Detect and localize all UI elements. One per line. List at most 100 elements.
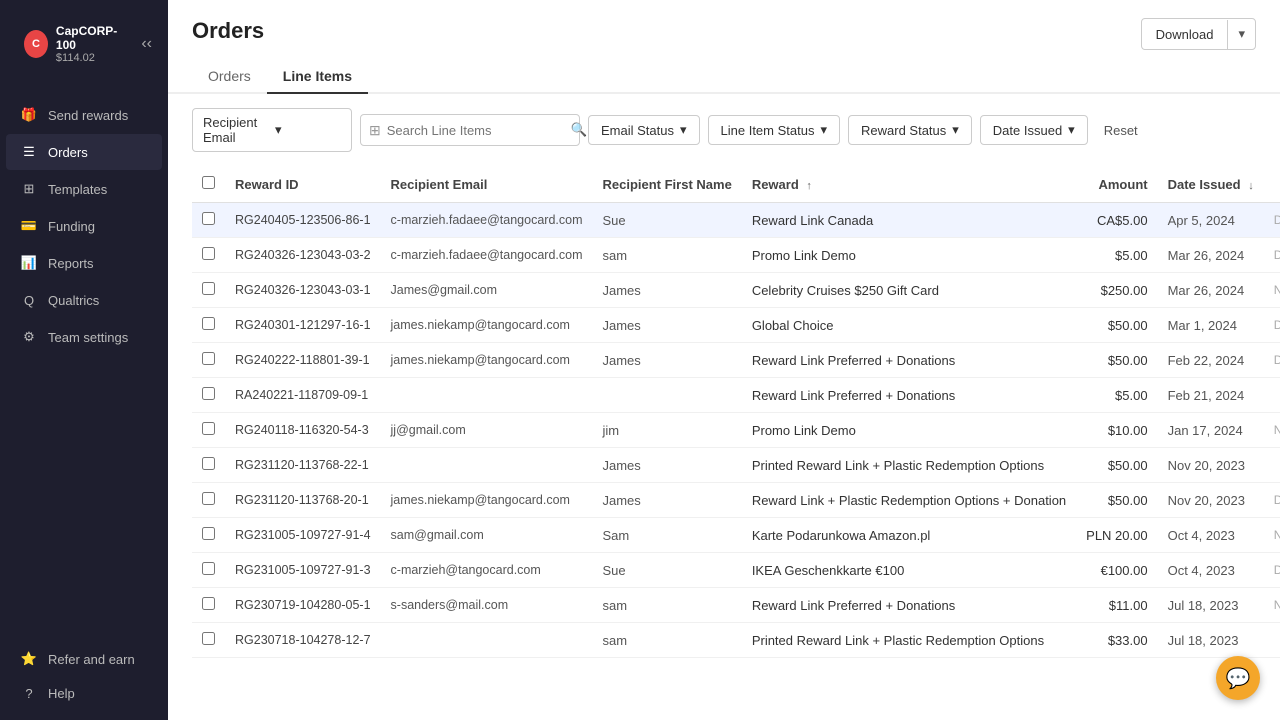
search-button[interactable]: 🔍	[569, 120, 590, 140]
row-checkbox-cell[interactable]	[192, 448, 225, 483]
collapse-button[interactable]: ‹‹	[137, 31, 156, 57]
select-all-header[interactable]	[192, 166, 225, 203]
row-checkbox[interactable]	[202, 457, 215, 470]
row-checkbox-cell[interactable]	[192, 343, 225, 378]
date-cell: Nov 20, 2023	[1158, 483, 1264, 518]
recipient-email-cell: s-sanders@mail.com	[381, 588, 593, 623]
row-checkbox-cell[interactable]	[192, 413, 225, 448]
account-info: CapCORP-100 $114.02	[56, 24, 125, 64]
sidebar-account[interactable]: C CapCORP-100 $114.02	[12, 14, 137, 74]
first-name-cell: sam	[592, 588, 741, 623]
sidebar-item-funding[interactable]: 💳 Funding	[6, 208, 162, 244]
page-title: Orders	[192, 18, 264, 44]
row-checkbox[interactable]	[202, 422, 215, 435]
th-reward[interactable]: Reward ↑	[742, 166, 1076, 203]
reward-cell: Promo Link Demo	[742, 238, 1076, 273]
sidebar-item-qualtrics[interactable]: Q Qualtrics	[6, 282, 162, 318]
status-cell: Not	[1264, 413, 1280, 448]
first-name-cell	[592, 378, 741, 413]
date-cell: Mar 1, 2024	[1158, 308, 1264, 343]
first-name-cell: James	[592, 448, 741, 483]
row-checkbox-cell[interactable]	[192, 588, 225, 623]
sidebar-item-templates[interactable]: ⊞ Templates	[6, 171, 162, 207]
tab-orders[interactable]: Orders	[192, 60, 267, 94]
table-row: RG231120-113768-22-1 James Printed Rewar…	[192, 448, 1280, 483]
chat-button[interactable]: 💬	[1216, 656, 1260, 700]
sidebar-item-help[interactable]: ? Help	[6, 676, 162, 710]
th-recipient-first-name: Recipient First Name	[592, 166, 741, 203]
row-checkbox-cell[interactable]	[192, 483, 225, 518]
reward-id-cell: RG240405-123506-86-1	[225, 203, 381, 238]
sidebar-item-refer-earn[interactable]: ⭐ Refer and earn	[6, 642, 162, 676]
reward-id-cell: RG240301-121297-16-1	[225, 308, 381, 343]
date-cell: Feb 22, 2024	[1158, 343, 1264, 378]
row-checkbox-cell[interactable]	[192, 518, 225, 553]
search-input[interactable]	[387, 123, 563, 138]
first-name-cell: James	[592, 483, 741, 518]
amount-cell: $250.00	[1076, 273, 1157, 308]
sidebar-item-label: Refer and earn	[48, 652, 135, 667]
recipient-email-cell	[381, 378, 593, 413]
row-checkbox-cell[interactable]	[192, 553, 225, 588]
sidebar-item-label: Templates	[48, 182, 107, 197]
reward-status-filter[interactable]: Reward Status ▾	[848, 115, 972, 145]
status-cell: Del	[1264, 308, 1280, 343]
table-row: RG231005-109727-91-4 sam@gmail.com Sam K…	[192, 518, 1280, 553]
row-checkbox-cell[interactable]	[192, 203, 225, 238]
search-box[interactable]: ⊞ 🔍	[360, 114, 580, 146]
sidebar-header: C CapCORP-100 $114.02 ‹‹	[0, 0, 168, 88]
amount-cell: $50.00	[1076, 448, 1157, 483]
row-checkbox-cell[interactable]	[192, 238, 225, 273]
row-checkbox-cell[interactable]	[192, 378, 225, 413]
sidebar-item-label: Reports	[48, 256, 94, 271]
recipient-select[interactable]: Recipient Email ▾	[192, 108, 352, 152]
row-checkbox[interactable]	[202, 492, 215, 505]
row-checkbox[interactable]	[202, 597, 215, 610]
sidebar-item-send-rewards[interactable]: 🎁 Send rewards	[6, 97, 162, 133]
amount-cell: $50.00	[1076, 308, 1157, 343]
reward-cell: Reward Link Preferred + Donations	[742, 588, 1076, 623]
row-checkbox[interactable]	[202, 632, 215, 645]
reward-id-cell: RG240222-118801-39-1	[225, 343, 381, 378]
row-checkbox-cell[interactable]	[192, 308, 225, 343]
row-checkbox[interactable]	[202, 527, 215, 540]
reset-button[interactable]: Reset	[1096, 117, 1146, 144]
row-checkbox[interactable]	[202, 387, 215, 400]
orders-table: Reward ID Recipient Email Recipient Firs…	[192, 166, 1280, 658]
table-row: RG240405-123506-86-1 c-marzieh.fadaee@ta…	[192, 203, 1280, 238]
row-checkbox[interactable]	[202, 282, 215, 295]
row-checkbox-cell[interactable]	[192, 273, 225, 308]
first-name-cell: Sam	[592, 518, 741, 553]
row-checkbox[interactable]	[202, 212, 215, 225]
amount-cell: $5.00	[1076, 238, 1157, 273]
recipient-email-cell: c-marzieh@tangocard.com	[381, 553, 593, 588]
date-cell: Oct 4, 2023	[1158, 553, 1264, 588]
sidebar-footer: ⭐ Refer and earn ? Help	[0, 632, 168, 720]
reward-cell: Reward Link Canada	[742, 203, 1076, 238]
line-item-status-filter[interactable]: Line Item Status ▾	[708, 115, 840, 145]
avatar: C	[24, 30, 48, 58]
th-actions: ⊞	[1264, 166, 1280, 203]
row-checkbox[interactable]	[202, 247, 215, 260]
chevron-down-icon: ▾	[952, 122, 959, 138]
select-all-checkbox[interactable]	[202, 176, 215, 189]
row-checkbox[interactable]	[202, 352, 215, 365]
sidebar-item-reports[interactable]: 📊 Reports	[6, 245, 162, 281]
sidebar-item-label: Orders	[48, 145, 88, 160]
date-issued-filter[interactable]: Date Issued ▾	[980, 115, 1088, 145]
row-checkbox[interactable]	[202, 317, 215, 330]
email-status-filter[interactable]: Email Status ▾	[588, 115, 700, 145]
tab-line-items[interactable]: Line Items	[267, 60, 368, 94]
chevron-down-icon: ▾	[820, 122, 827, 138]
credit-card-icon: 💳	[20, 217, 38, 235]
download-button[interactable]: Download ▾	[1141, 18, 1256, 50]
sidebar-item-team-settings[interactable]: ⚙ Team settings	[6, 319, 162, 355]
th-date-issued[interactable]: Date Issued ↓	[1158, 166, 1264, 203]
row-checkbox-cell[interactable]	[192, 623, 225, 658]
template-icon: ⊞	[20, 180, 38, 198]
row-checkbox[interactable]	[202, 562, 215, 575]
chat-icon: 💬	[1226, 666, 1251, 691]
sidebar-item-orders[interactable]: ☰ Orders	[6, 134, 162, 170]
status-cell: Not	[1264, 518, 1280, 553]
chevron-down-icon: ▾	[275, 122, 341, 138]
